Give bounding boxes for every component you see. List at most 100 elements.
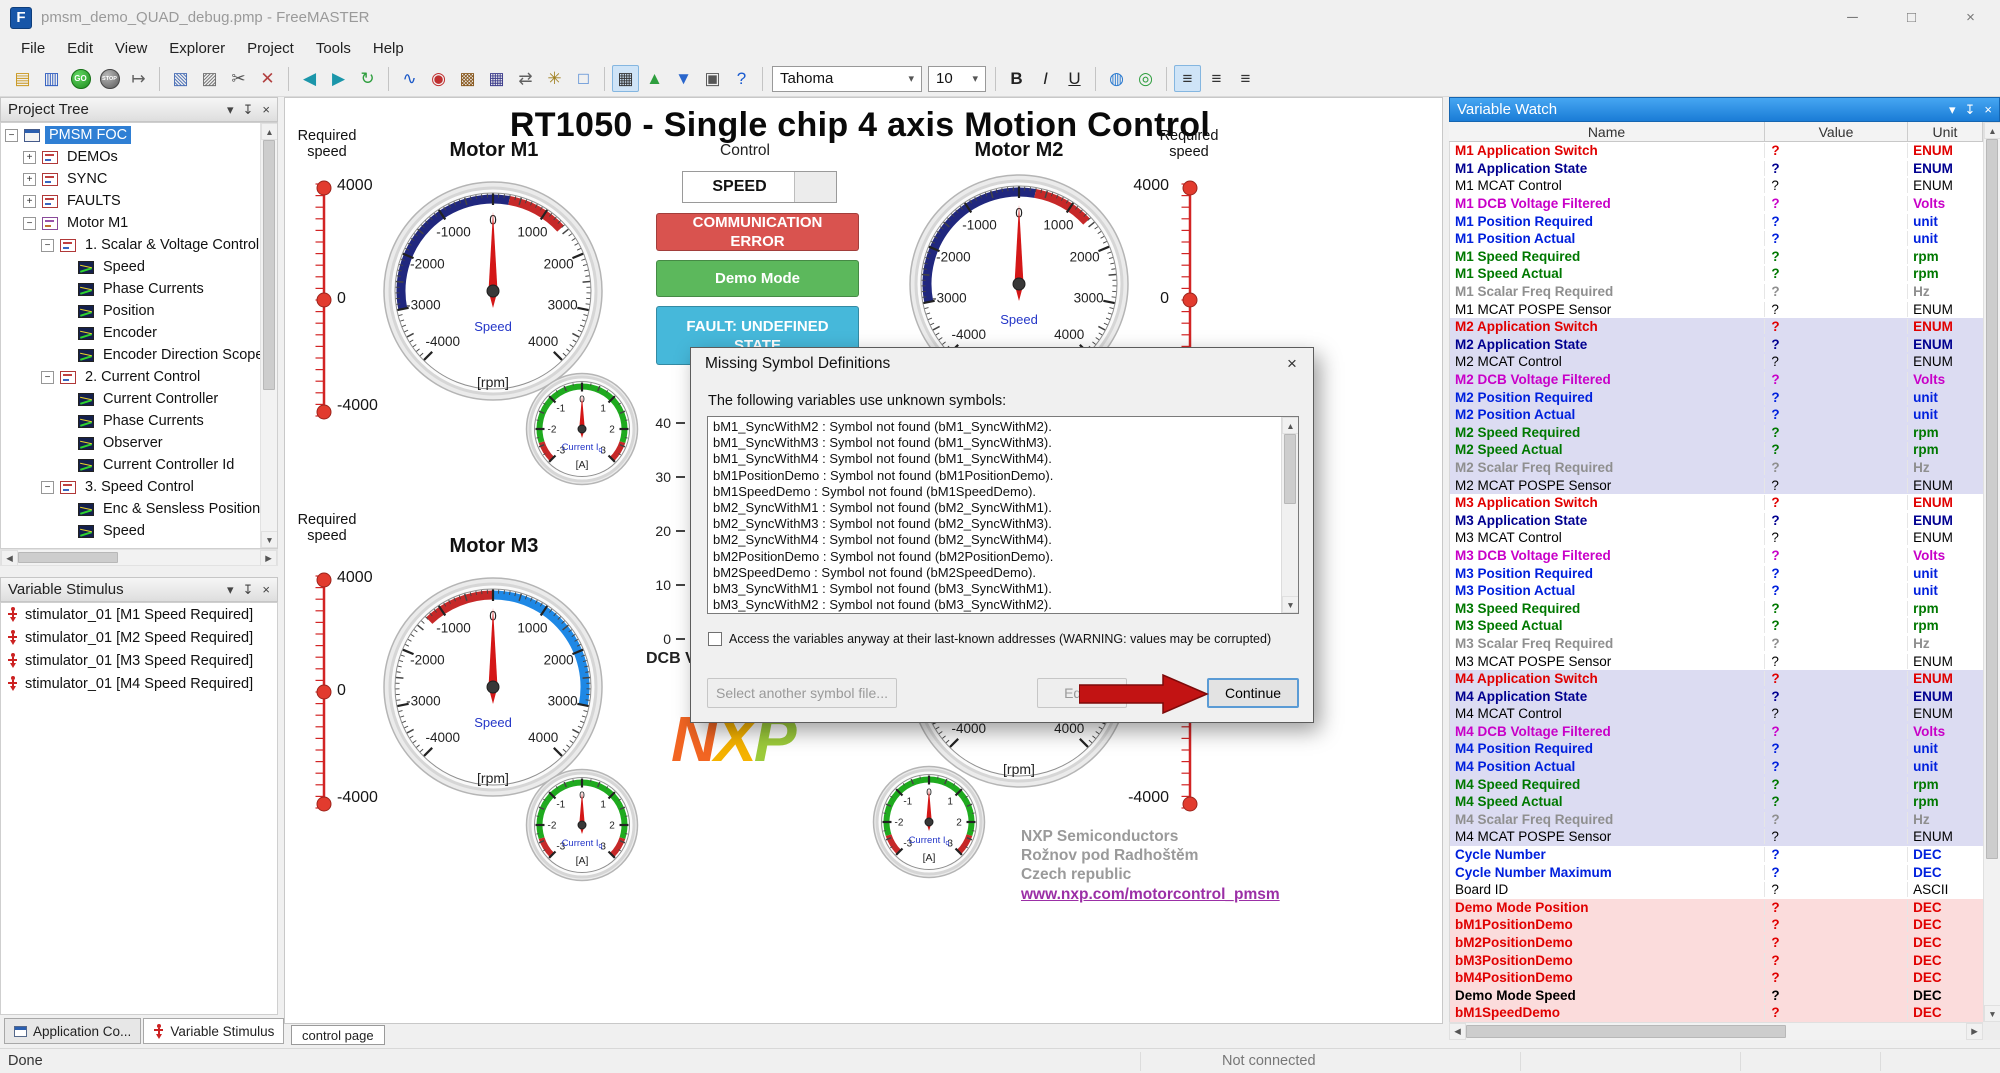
watch-row-m1-mcat-pospe-sensor[interactable]: M1 MCAT POSPE Sensor?ENUM [1450,300,1983,318]
watch-row-m1-position-required[interactable]: M1 Position Required?unit [1450,212,1983,230]
column-header-name[interactable]: Name [1449,122,1765,141]
watch-row-m3-mcat-pospe-sensor[interactable]: M3 MCAT POSPE Sensor?ENUM [1450,652,1983,670]
watch-row-m2-scalar-freq-required[interactable]: M2 Scalar Freq Required?Hz [1450,459,1983,477]
watch-row-m2-position-required[interactable]: M2 Position Required?unit [1450,388,1983,406]
scroll-down-button[interactable]: ▼ [1984,1005,2000,1022]
stimulus-item[interactable]: stimulator_01 [M4 Speed Required] [1,672,277,695]
stimulus-item[interactable]: stimulator_01 [M2 Speed Required] [1,626,277,649]
symbol-error-line[interactable]: bM3_SyncWithM1 : Symbol not found (bM3_S… [713,581,1298,597]
close-panel-icon[interactable]: × [262,102,270,117]
watch-row-m1-position-actual[interactable]: M1 Position Actual?unit [1450,230,1983,248]
slider-thumb[interactable] [317,685,331,699]
watch-row-m4-speed-required[interactable]: M4 Speed Required?rpm [1450,775,1983,793]
new-pipe-button[interactable]: ⇄ [512,65,539,92]
bold-button[interactable]: B [1003,65,1030,92]
insert-hyperlink-button[interactable]: ◍ [1103,65,1130,92]
tree-item-faults[interactable]: +FAULTS [1,190,262,212]
watch-row-m1-mcat-control[interactable]: M1 MCAT Control?ENUM [1450,177,1983,195]
tab-application-commands[interactable]: Application Co... [4,1018,141,1044]
browse-web-button[interactable]: ◎ [1132,65,1159,92]
symbol-error-line[interactable]: bM1SpeedDemo : Symbol not found (bM1Spee… [713,484,1298,500]
tree-item-speed[interactable]: Speed [1,256,262,278]
show-grid-button[interactable]: ▦ [612,65,639,92]
menu-view[interactable]: View [104,37,158,60]
font-size-combobox[interactable]: 10 ▾ [928,66,986,92]
watch-row-bm2positiondemo[interactable]: bM2PositionDemo?DEC [1450,934,1983,952]
watch-row-m1-speed-actual[interactable]: M1 Speed Actual?rpm [1450,265,1983,283]
write-variables-button[interactable]: ↦ [125,65,152,92]
tree-item-current-controller-id[interactable]: Current Controller Id [1,454,262,476]
scroll-up-button[interactable]: ▲ [261,123,277,140]
symbol-error-line[interactable]: bM1_SyncWithM3 : Symbol not found (bM1_S… [713,435,1298,451]
watch-row-m2-speed-actual[interactable]: M2 Speed Actual?rpm [1450,441,1983,459]
column-header-value[interactable]: Value [1765,122,1908,141]
align-center-button[interactable]: ≡ [1203,65,1230,92]
watch-row-m3-speed-required[interactable]: M3 Speed Required?rpm [1450,599,1983,617]
watch-row-demo-mode-speed[interactable]: Demo Mode Speed?DEC [1450,987,1983,1005]
close-panel-icon[interactable]: × [1984,102,1992,117]
required-speed-slider-m1[interactable] [311,176,337,424]
watch-row-m4-dcb-voltage-filtered[interactable]: M4 DCB Voltage Filtered?Volts [1450,723,1983,741]
maximize-button[interactable]: □ [1882,0,1941,35]
watch-row-m1-speed-required[interactable]: M1 Speed Required?rpm [1450,248,1983,266]
watch-row-m2-mcat-control[interactable]: M2 MCAT Control?ENUM [1450,353,1983,371]
watch-row-bm3positiondemo[interactable]: bM3PositionDemo?DEC [1450,951,1983,969]
watch-row-cycle-number-maximum[interactable]: Cycle Number Maximum?DEC [1450,863,1983,881]
scrollbar-thumb[interactable] [1466,1025,1786,1038]
watch-row-m2-application-state[interactable]: M2 Application State?ENUM [1450,336,1983,354]
watch-row-m4-mcat-pospe-sensor[interactable]: M4 MCAT POSPE Sensor?ENUM [1450,828,1983,846]
watch-row-m3-dcb-voltage-filtered[interactable]: M3 DCB Voltage Filtered?Volts [1450,547,1983,565]
menu-project[interactable]: Project [236,37,305,60]
tree-expander-icon[interactable]: − [23,217,36,230]
scroll-down-button[interactable]: ▼ [261,531,277,548]
tree-item-1-scalar-voltage-control[interactable]: −1. Scalar & Voltage Control [1,234,262,256]
stop-communication-button[interactable]: STOP [96,65,123,92]
nxp-link[interactable]: www.nxp.com/motorcontrol_pmsm [1021,886,1280,904]
watch-row-m4-position-actual[interactable]: M4 Position Actual?unit [1450,758,1983,776]
scroll-right-button[interactable]: ▶ [260,550,277,566]
move-up-button[interactable]: ▲ [641,65,668,92]
tree-expander-icon[interactable]: + [23,151,36,164]
variable-watch-horizontal-scrollbar[interactable]: ◀▶ [1449,1022,1983,1040]
watch-row-m2-dcb-voltage-filtered[interactable]: M2 DCB Voltage Filtered?Volts [1450,371,1983,389]
save-project-button[interactable]: ▥ [38,65,65,92]
scroll-up-button[interactable]: ▲ [1282,417,1298,434]
project-tree-vertical-scrollbar[interactable]: ▲▼ [260,123,277,548]
watch-row-m3-scalar-freq-required[interactable]: M3 Scalar Freq Required?Hz [1450,635,1983,653]
tree-expander-icon[interactable]: − [5,129,18,142]
watch-row-m2-position-actual[interactable]: M2 Position Actual?unit [1450,406,1983,424]
tree-item-motor-m1[interactable]: −Motor M1 [1,212,262,234]
watch-row-m2-application-switch[interactable]: M2 Application Switch?ENUM [1450,318,1983,336]
tree-item-encoder-direction-scope[interactable]: Encoder Direction Scope [1,344,262,366]
scrollbar-thumb[interactable] [18,552,118,563]
symbol-error-line[interactable]: bM2_SyncWithM1 : Symbol not found (bM2_S… [713,500,1298,516]
symbol-error-line[interactable]: bM2_SyncWithM3 : Symbol not found (bM2_S… [713,516,1298,532]
new-recorder-button[interactable]: ◉ [425,65,452,92]
paste-button[interactable]: ▨ [196,65,223,92]
pin-icon[interactable]: ↧ [1965,102,1976,118]
watch-row-m3-position-actual[interactable]: M3 Position Actual?unit [1450,582,1983,600]
tab-variable-stimulus[interactable]: Variable Stimulus [143,1018,284,1044]
stimulus-item[interactable]: stimulator_01 [M3 Speed Required] [1,649,277,672]
tree-expander-icon[interactable]: − [41,481,54,494]
watch-row-m4-mcat-control[interactable]: M4 MCAT Control?ENUM [1450,705,1983,723]
menu-edit[interactable]: Edit [56,37,104,60]
menu-file[interactable]: File [10,37,56,60]
tree-item-2-current-control[interactable]: −2. Current Control [1,366,262,388]
new-variable-watch-button[interactable]: ▦ [483,65,510,92]
tree-expander-icon[interactable]: + [23,195,36,208]
pin-icon[interactable]: ↧ [243,102,254,118]
access-anyway-option[interactable]: Access the variables anyway at their las… [708,632,1271,646]
watch-row-m4-application-state[interactable]: M4 Application State?ENUM [1450,687,1983,705]
watch-row-m3-speed-actual[interactable]: M3 Speed Actual?rpm [1450,617,1983,635]
reload-page-button[interactable]: ↻ [354,65,381,92]
tree-expander-icon[interactable]: − [41,371,54,384]
tree-item-pmsm-foc[interactable]: −PMSM FOC [1,124,262,146]
variable-watch-vertical-scrollbar[interactable]: ▲▼ [1983,122,2000,1022]
open-project-button[interactable]: ▤ [9,65,36,92]
watch-row-board-id[interactable]: Board ID?ASCII [1450,881,1983,899]
tree-item-speed[interactable]: Speed [1,520,262,542]
panel-menu-icon[interactable]: ▾ [227,582,234,598]
scroll-up-button[interactable]: ▲ [1984,122,2000,139]
watch-row-m3-position-required[interactable]: M3 Position Required?unit [1450,564,1983,582]
